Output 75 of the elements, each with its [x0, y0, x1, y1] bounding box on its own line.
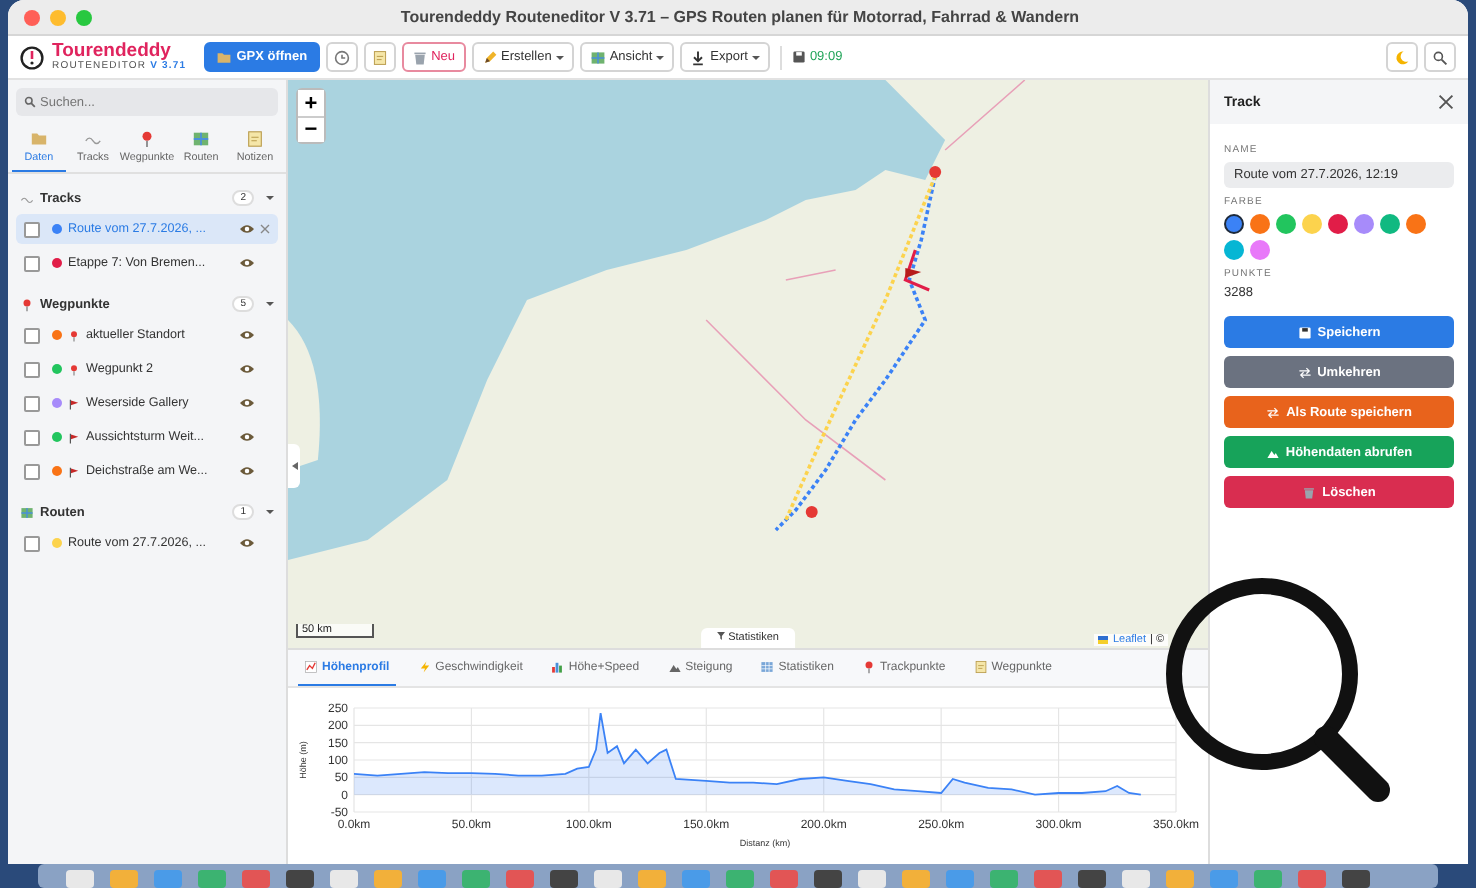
- checkbox[interactable]: [24, 327, 40, 343]
- collapse-sidebar-button[interactable]: [288, 444, 300, 488]
- folder-icon: [216, 49, 233, 65]
- zoom-out-button[interactable]: −: [298, 116, 324, 142]
- app-name: Tourendeddy: [52, 42, 171, 62]
- eye-icon[interactable]: [240, 330, 254, 340]
- search-button[interactable]: [1424, 42, 1456, 72]
- mountain-icon: [667, 660, 682, 674]
- moon-icon: [1394, 49, 1410, 65]
- download-icon: [690, 49, 707, 65]
- color-swatch[interactable]: [1354, 214, 1374, 234]
- color-swatch[interactable]: [1250, 240, 1270, 260]
- close-button[interactable]: [1438, 94, 1454, 110]
- window-title: Tourendeddy Routeneditor V 3.71 – GPS Routen planen für Motorrad, Fahrrad & Wandern: [400, 8, 1080, 26]
- color-swatch[interactable]: [1302, 214, 1322, 234]
- minimize-window-button[interactable]: [50, 9, 66, 25]
- checkbox[interactable]: [24, 429, 40, 445]
- color-swatch[interactable]: [1250, 214, 1270, 234]
- color-swatch[interactable]: [1276, 214, 1296, 234]
- notes-button[interactable]: [363, 42, 396, 72]
- mountain-icon: [1265, 445, 1280, 459]
- trash-icon: [1302, 485, 1317, 499]
- map-icon: [20, 505, 34, 519]
- flag-icon: [68, 431, 80, 443]
- history-button[interactable]: [325, 42, 358, 72]
- flag-icon: [1098, 636, 1109, 644]
- eye-icon[interactable]: [240, 224, 254, 234]
- map-icon: [192, 130, 211, 148]
- close-window-button[interactable]: [24, 9, 40, 25]
- flag-icon: [68, 397, 80, 409]
- swap-arrows-icon: [1266, 405, 1281, 419]
- eye-icon[interactable]: [240, 364, 254, 374]
- search-icon: [1432, 49, 1448, 65]
- notepad-icon: [371, 49, 388, 65]
- pin-icon: [20, 297, 34, 311]
- eye-icon[interactable]: [240, 398, 254, 408]
- checkbox[interactable]: [24, 255, 40, 271]
- trash-icon: [411, 49, 428, 65]
- color-swatch[interactable]: [1224, 240, 1244, 260]
- chart-icon: [304, 660, 318, 674]
- notepad-icon: [973, 660, 988, 674]
- color-swatch[interactable]: [1224, 214, 1244, 234]
- pin-icon: [68, 363, 80, 375]
- pin-icon: [861, 660, 876, 674]
- checkbox[interactable]: [24, 395, 40, 411]
- notepad-icon: [246, 130, 264, 148]
- eye-icon[interactable]: [240, 538, 254, 548]
- close-icon[interactable]: [260, 224, 270, 234]
- eye-icon[interactable]: [240, 466, 254, 476]
- checkbox[interactable]: [24, 535, 40, 551]
- checkbox[interactable]: [24, 463, 40, 479]
- close-icon: [1438, 94, 1454, 110]
- bolt-icon: [417, 660, 432, 674]
- floppy-icon: [791, 50, 806, 64]
- color-swatch[interactable]: [1380, 214, 1400, 234]
- clock-icon: [333, 49, 350, 65]
- checkbox[interactable]: [24, 361, 40, 377]
- flag-icon: [68, 465, 80, 477]
- folder-icon: [29, 130, 48, 148]
- bar-chart-icon: [550, 660, 565, 674]
- color-swatch[interactable]: [1328, 214, 1348, 234]
- pencil-icon: [481, 49, 498, 65]
- funnel-icon: [717, 632, 726, 640]
- checkbox[interactable]: [24, 221, 40, 237]
- color-swatch[interactable]: [1406, 214, 1426, 234]
- map-icon: [589, 49, 606, 65]
- eye-icon[interactable]: [240, 432, 254, 442]
- magnifier-icon: [1166, 578, 1390, 802]
- table-icon: [760, 660, 775, 674]
- pin-icon: [68, 329, 80, 341]
- swap-arrows-icon: [1297, 365, 1312, 379]
- maximize-window-button[interactable]: [76, 9, 92, 25]
- pin-icon: [137, 130, 156, 148]
- floppy-icon: [1297, 325, 1312, 339]
- eye-icon[interactable]: [240, 258, 254, 268]
